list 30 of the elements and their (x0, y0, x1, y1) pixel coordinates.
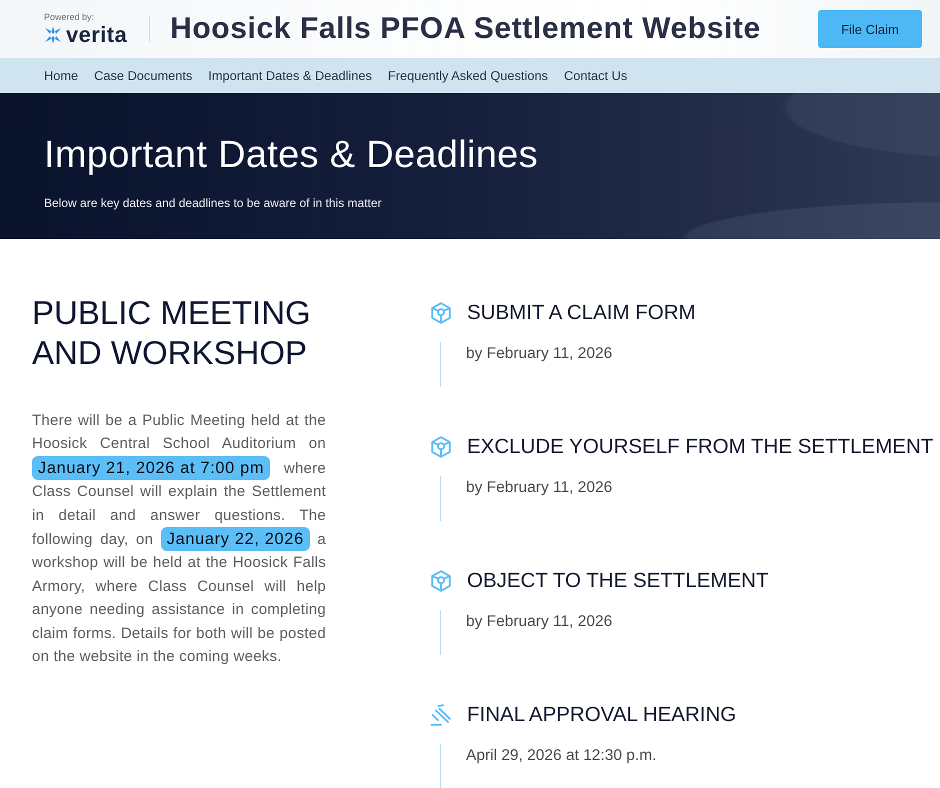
timeline-date: by February 11, 2026 (466, 344, 612, 364)
timeline-line (440, 342, 441, 387)
timeline-title: OBJECT TO THE SETTLEMENT (467, 568, 768, 594)
timeline-title: EXCLUDE YOURSELF FROM THE SETTLEMENT (467, 434, 934, 460)
page-subtitle: Below are key dates and deadlines to be aware of in this matter (44, 195, 382, 211)
file-claim-button[interactable]: File Claim (818, 10, 922, 48)
timeline-line (440, 744, 441, 788)
timeline-line (440, 610, 441, 655)
logo-icon (44, 26, 62, 44)
section-heading: PUBLIC MEETING AND WORKSHOP (32, 293, 312, 373)
brand-name: verita (66, 22, 128, 46)
nav-link[interactable]: Contact Us (564, 68, 628, 83)
gavel-icon (430, 704, 452, 726)
cube-icon (430, 570, 452, 592)
timeline-title: FINAL APPROVAL HEARING (467, 702, 736, 728)
nav-link[interactable]: Home (44, 68, 78, 83)
nav-link[interactable]: Case Documents (94, 68, 192, 83)
timeline-date: by February 11, 2026 (466, 478, 612, 498)
site-title: Hoosick Falls PFOA Settlement Website (170, 12, 761, 46)
cube-icon (430, 436, 452, 458)
timeline-title: SUBMIT A CLAIM FORM (467, 300, 696, 326)
meeting-paragraph: There will be a Public Meeting held at the Hoosick Central School Auditorium on January 21, 2026 at 7:00 pm where Class Counsel will explain the Settlement in detail and answer questions. The following day, on January 22, 2026 a workshop will be held at the Hoosick Falls Armory, where Class Counsel will help anyone needing assistance in completing claim forms. Details for both will be posted on the website in the coming weeks. (32, 411, 326, 668)
timeline-date: by February 11, 2026 (466, 612, 612, 632)
nav-link[interactable]: Important Dates & Deadlines (208, 68, 372, 83)
powered-by-label: Powered by: (44, 12, 94, 22)
page-title: Important Dates & Deadlines (44, 133, 538, 178)
cube-icon (430, 302, 452, 324)
nav-link[interactable]: Frequently Asked Questions (388, 68, 548, 83)
timeline-line (440, 476, 441, 521)
timeline-date: April 29, 2026 at 12:30 p.m. (466, 746, 656, 766)
